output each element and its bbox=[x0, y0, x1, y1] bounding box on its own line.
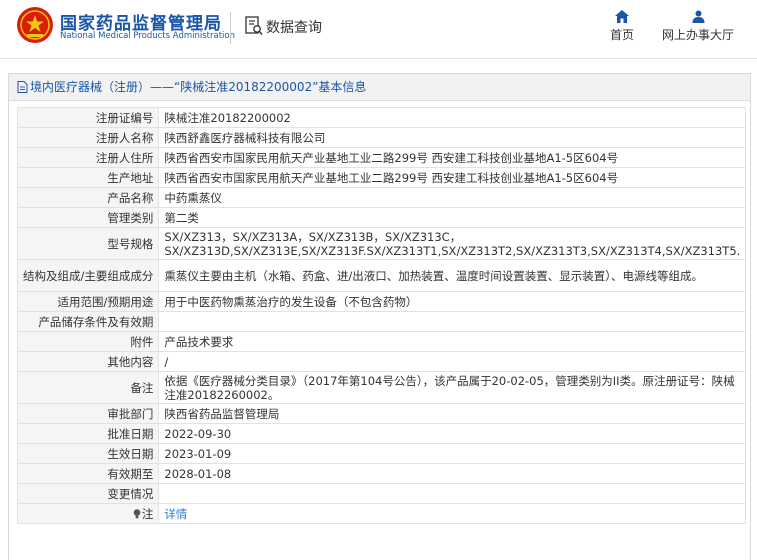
nav-hall-label: 网上办事大厅 bbox=[661, 28, 734, 42]
table-row: 结构及组成/主要组成成分 熏蒸仪主要由主机（水箱、药盒、进/出液口、加热装置、温度… bbox=[16, 259, 747, 292]
table-row: 注册人住所 陕西省西安市国家民用航天产业基地工业二路299号 西安建工科技创业基地… bbox=[16, 147, 747, 168]
table-row: 注册人名称 陕西舒鑫医疗器械科技有限公司 bbox=[16, 127, 747, 148]
table-row: 管理类别 第二类 bbox=[16, 207, 747, 228]
table-row: 产品储存条件及有效期 bbox=[16, 311, 747, 332]
table-row: 其他内容 / bbox=[16, 351, 747, 372]
table-row: 生效日期 2023-01-09 bbox=[16, 443, 747, 464]
table-row: 附件 产品技术要求 bbox=[16, 331, 747, 352]
row-value: 2028-01-08 bbox=[158, 463, 747, 484]
row-label: 管理类别 bbox=[16, 207, 160, 228]
row-label: 生效日期 bbox=[16, 443, 160, 464]
table-row: 批准日期 2022-09-30 bbox=[16, 423, 747, 444]
row-value bbox=[158, 311, 747, 332]
row-value: 陕西省西安市国家民用航天产业基地工业二路299号 西安建工科技创业基地A1-5区… bbox=[158, 167, 747, 188]
note-label: 注 bbox=[141, 506, 154, 521]
row-label: 其他内容 bbox=[16, 351, 160, 372]
site-header: 国家药品监督管理局 National Medical Products Admi… bbox=[0, 0, 757, 59]
row-label: 注册人住所 bbox=[16, 147, 160, 168]
row-value: 产品技术要求 bbox=[158, 331, 747, 352]
panel-title: 境内医疗器械（注册）——“陕械注准20182200002”基本信息 bbox=[30, 80, 367, 94]
table-row: 型号规格 SX/XZ313，SX/XZ313A，SX/XZ313B，SX/XZ31… bbox=[16, 227, 747, 260]
header-divider bbox=[230, 12, 231, 44]
row-value: 陕西省西安市国家民用航天产业基地工业二路299号 西安建工科技创业基地A1-5区… bbox=[158, 147, 747, 168]
national-emblem-logo bbox=[17, 7, 53, 43]
row-value bbox=[158, 483, 747, 504]
user-icon bbox=[692, 10, 704, 23]
nav-home-label: 首页 bbox=[609, 28, 634, 42]
page-title: 数据查询 bbox=[266, 20, 322, 36]
row-label: 适用范围/预期用途 bbox=[16, 291, 160, 312]
row-value: 中药熏蒸仪 bbox=[158, 187, 747, 208]
row-value: 依据《医疗器械分类目录》（2017年第104号公告），该产品属于20-02-05… bbox=[158, 371, 747, 404]
nav-home[interactable]: 首页 bbox=[608, 10, 636, 43]
row-value: 详情 bbox=[158, 503, 747, 524]
row-label: 生产地址 bbox=[16, 167, 160, 188]
row-label: 型号规格 bbox=[16, 227, 160, 260]
home-icon bbox=[615, 10, 629, 23]
row-label: 注册证编号 bbox=[16, 107, 160, 128]
table-row: 生产地址 陕西省西安市国家民用航天产业基地工业二路299号 西安建工科技创业基地A… bbox=[16, 167, 747, 188]
document-search-icon bbox=[245, 16, 263, 35]
row-label: 备注 bbox=[16, 371, 160, 404]
row-value: / bbox=[158, 351, 747, 372]
nav-online-service-hall[interactable]: 网上办事大厅 bbox=[660, 10, 736, 43]
lightbulb-icon bbox=[133, 508, 141, 518]
table-row: 注册证编号 陕械注准20182200002 bbox=[16, 107, 747, 128]
row-label: 审批部门 bbox=[16, 403, 160, 424]
details-link[interactable]: 详情 bbox=[164, 507, 187, 521]
table-row: 审批部门 陕西省药品监督管理局 bbox=[16, 403, 747, 424]
table-row: 有效期至 2028-01-08 bbox=[16, 463, 747, 484]
row-value: 陕西舒鑫医疗器械科技有限公司 bbox=[158, 127, 747, 148]
note-label-cell: 注 bbox=[16, 503, 160, 524]
row-label: 附件 bbox=[16, 331, 160, 352]
panel-header: 境内医疗器械（注册）——“陕械注准20182200002”基本信息 bbox=[9, 74, 750, 101]
table-row: 适用范围/预期用途 用于中医药物熏蒸治疗的发生设备（不包含药物） bbox=[16, 291, 747, 312]
site-subtitle: National Medical Products Administration bbox=[60, 31, 235, 41]
row-value: 用于中医药物熏蒸治疗的发生设备（不包含药物） bbox=[158, 291, 747, 312]
row-value: 2022-09-30 bbox=[158, 423, 747, 444]
row-value: 熏蒸仪主要由主机（水箱、药盒、进/出液口、加热装置、温度时间设置装置、显示装置）… bbox=[158, 259, 747, 292]
row-value: SX/XZ313，SX/XZ313A，SX/XZ313B，SX/XZ313C，S… bbox=[158, 227, 747, 260]
basic-info-table: 注册证编号 陕械注准20182200002 注册人名称 陕西舒鑫医疗器械科技有限公司… bbox=[16, 107, 747, 524]
row-label: 注册人名称 bbox=[16, 127, 160, 148]
table-row: 备注 依据《医疗器械分类目录》（2017年第104号公告），该产品属于20-02-… bbox=[16, 371, 747, 404]
basic-info-panel: 境内医疗器械（注册）——“陕械注准20182200002”基本信息 注册证编号陕… bbox=[8, 73, 751, 560]
row-label: 有效期至 bbox=[16, 463, 160, 484]
row-value: 陕西省药品监督管理局 bbox=[158, 403, 747, 424]
table-row: 变更情况 bbox=[16, 483, 747, 504]
table-row: 注 详情 bbox=[16, 503, 747, 524]
row-label: 产品储存条件及有效期 bbox=[16, 311, 160, 332]
row-label: 变更情况 bbox=[16, 483, 160, 504]
row-label: 产品名称 bbox=[16, 187, 160, 208]
row-value: 陕械注准20182200002 bbox=[158, 107, 747, 128]
row-value: 第二类 bbox=[158, 207, 747, 228]
row-value: 2023-01-09 bbox=[158, 443, 747, 464]
row-label: 结构及组成/主要组成成分 bbox=[16, 259, 160, 292]
row-label: 批准日期 bbox=[16, 423, 160, 444]
table-row: 产品名称 中药熏蒸仪 bbox=[16, 187, 747, 208]
document-icon bbox=[17, 81, 28, 93]
